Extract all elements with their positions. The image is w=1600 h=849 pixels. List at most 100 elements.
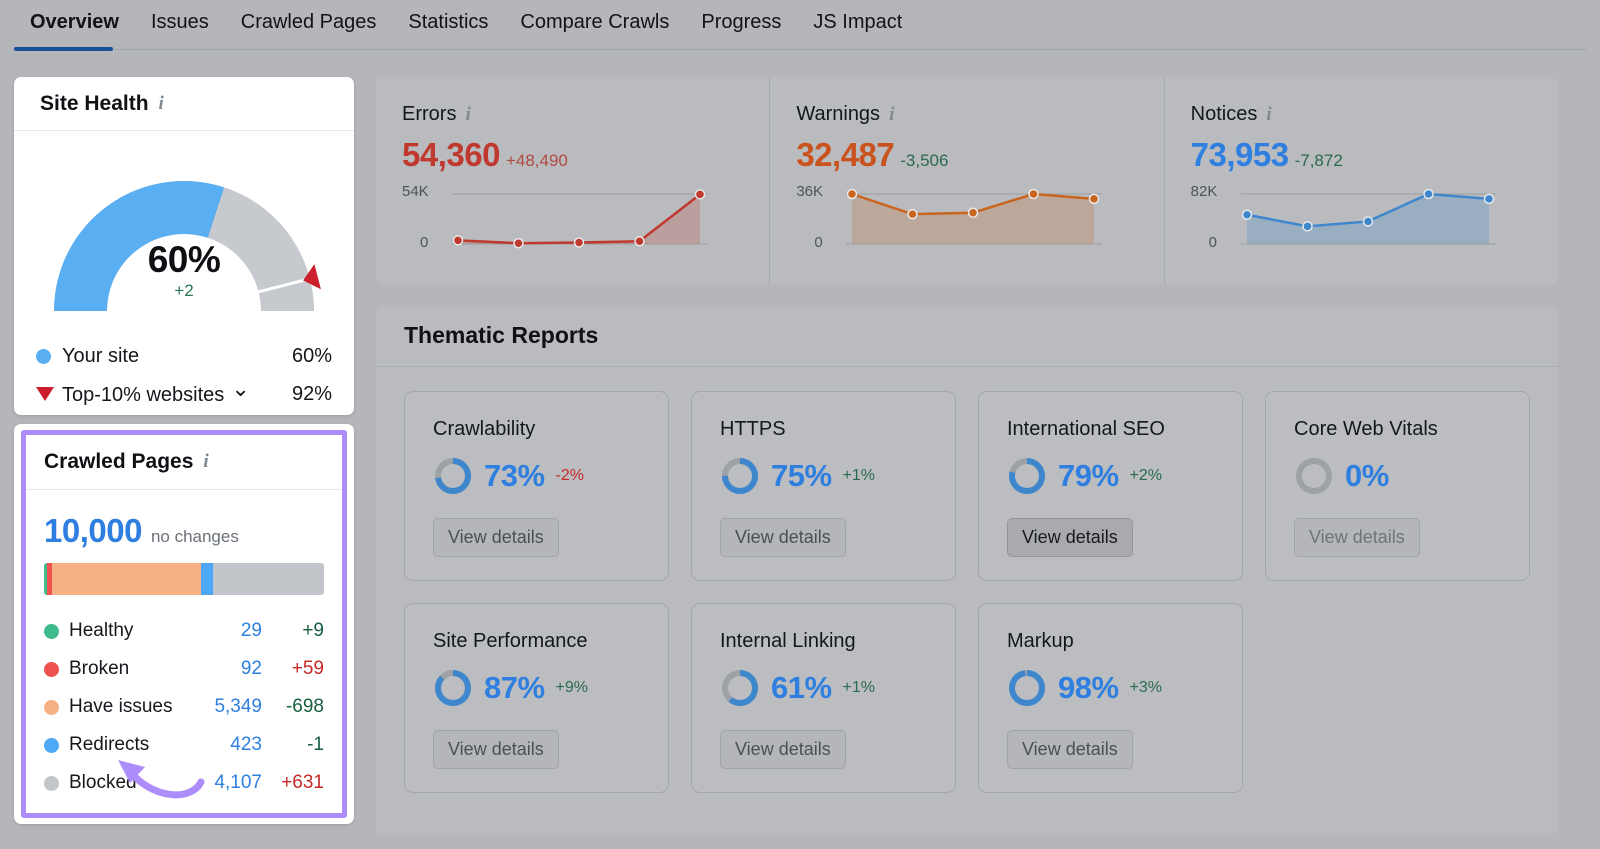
thematic-card-score: 0% (1294, 456, 1501, 496)
stat-value-row: 32,487 -3,506 (796, 136, 1137, 174)
bar-segment-redirects (201, 563, 213, 595)
crawled-row-label: Redirects (69, 734, 190, 756)
info-icon[interactable]: i (465, 104, 470, 126)
bar-segment-blocked (213, 563, 324, 595)
tab-issues[interactable]: Issues (135, 0, 225, 48)
tab-bar: OverviewIssuesCrawled PagesStatisticsCom… (0, 0, 1600, 53)
status-dot-icon (44, 662, 59, 677)
thematic-card-crawlability[interactable]: Crawlability 73% -2% View details (404, 391, 669, 581)
gauge-center-label: 60% +2 (34, 241, 334, 301)
thematic-card-site-performance[interactable]: Site Performance 87% +9% View details (404, 603, 669, 793)
page-title: Site Health (40, 92, 149, 116)
site-health-legend: Your site60%Top-10% websites⌄92% (36, 337, 332, 413)
donut-progress-icon (1007, 668, 1047, 708)
legend-dot-icon (36, 349, 51, 364)
crawled-row-broken[interactable]: Broken92+59 (44, 650, 324, 688)
stat-header: Errors i (402, 103, 743, 126)
view-details-button[interactable]: View details (1007, 730, 1133, 769)
thematic-card-score: 61% +1% (720, 668, 927, 708)
donut-progress-icon (1007, 456, 1047, 496)
view-details-button[interactable]: View details (720, 518, 846, 557)
crawled-row-have-issues[interactable]: Have issues5,349-698 (44, 688, 324, 726)
thematic-card-markup[interactable]: Markup 98% +3% View details (978, 603, 1243, 793)
stat-sparkline: 54K 0 (402, 186, 743, 258)
thematic-card-percent: 0% (1345, 458, 1389, 494)
thematic-card-title: HTTPS (720, 418, 927, 441)
crawled-row-value: 423 (190, 734, 262, 756)
crawled-pages-legend: Healthy29+9Broken92+59Have issues5,349-6… (44, 612, 324, 802)
tab-bar-divider (14, 49, 1586, 50)
legend-row-top-10-websites[interactable]: Top-10% websites⌄92% (36, 375, 332, 413)
tab-overview[interactable]: Overview (14, 0, 135, 48)
crawled-row-healthy[interactable]: Healthy29+9 (44, 612, 324, 650)
thematic-card-score: 73% -2% (433, 456, 640, 496)
stat-sparkline: 82K 0 (1191, 186, 1532, 258)
thematic-card-internal-linking[interactable]: Internal Linking 61% +1% View details (691, 603, 956, 793)
stat-label: Notices (1191, 103, 1258, 126)
crawled-pages-total-row: 10,000 no changes (44, 512, 324, 550)
chevron-down-icon[interactable]: ⌄ (231, 376, 249, 402)
sparkline-axis-top: 82K (1191, 183, 1218, 200)
donut-progress-icon (1294, 456, 1334, 496)
crawled-pages-stacked-bar (44, 563, 324, 595)
tab-compare-crawls[interactable]: Compare Crawls (504, 0, 685, 48)
legend-value: 60% (292, 345, 332, 368)
info-icon[interactable]: i (203, 451, 208, 473)
thematic-card-delta: +9% (556, 679, 588, 697)
thematic-card-delta: +1% (843, 467, 875, 485)
crawled-pages-title: Crawled Pages (44, 450, 193, 474)
stat-value-row: 73,953 -7,872 (1191, 136, 1532, 174)
thematic-card-core-web-vitals[interactable]: Core Web Vitals 0% View details (1265, 391, 1530, 581)
view-details-button[interactable]: View details (433, 518, 559, 557)
crawl-overview-page: OverviewIssuesCrawled PagesStatisticsCom… (0, 0, 1600, 849)
crawled-row-delta: +631 (262, 772, 324, 794)
crawled-pages-header: Crawled Pages i (26, 435, 342, 490)
thematic-reports-header: Thematic Reports (376, 305, 1558, 367)
crawled-row-delta: +9 (262, 620, 324, 642)
active-tab-underline (14, 47, 113, 51)
crawled-row-delta: -698 (262, 696, 324, 718)
thematic-card-delta: +1% (843, 679, 875, 697)
tab-statistics[interactable]: Statistics (392, 0, 504, 48)
info-icon[interactable]: i (159, 93, 164, 115)
crawled-row-label: Broken (69, 658, 190, 680)
sparkline-axis-bottom: 0 (420, 234, 428, 251)
thematic-card-https[interactable]: HTTPS 75% +1% View details (691, 391, 956, 581)
stat-header: Warnings i (796, 103, 1137, 126)
legend-row-your-site: Your site60% (36, 337, 332, 375)
view-details-button[interactable]: View details (1007, 518, 1133, 557)
stat-card-errors: Errors i 54,360 +48,490 54K 0 (376, 77, 769, 285)
info-icon[interactable]: i (889, 104, 894, 126)
issue-stats-panel: Errors i 54,360 +48,490 54K 0 Warnings i (376, 77, 1558, 285)
view-details-button[interactable]: View details (720, 730, 846, 769)
thematic-card-score: 75% +1% (720, 456, 927, 496)
thematic-reports-panel: Thematic Reports Crawlability 73% -2% Vi… (376, 305, 1558, 835)
view-details-button[interactable]: View details (1294, 518, 1420, 557)
status-dot-icon (44, 776, 59, 791)
tab-crawled-pages[interactable]: Crawled Pages (225, 0, 393, 48)
view-details-button[interactable]: View details (433, 730, 559, 769)
tab-progress[interactable]: Progress (685, 0, 797, 48)
crawled-row-blocked[interactable]: Blocked4,107+631 (44, 764, 324, 802)
sparkline-svg (402, 186, 712, 250)
thematic-card-delta: +2% (1130, 467, 1162, 485)
donut-progress-icon (433, 456, 473, 496)
crawled-pages-total: 10,000 (44, 512, 142, 550)
thematic-reports-grid: Crawlability 73% -2% View detailsHTTPS 7… (376, 367, 1558, 817)
thematic-card-percent: 79% (1058, 458, 1119, 494)
tab-js-impact[interactable]: JS Impact (797, 0, 918, 48)
crawled-row-label: Have issues (69, 696, 190, 718)
thematic-card-international-seo[interactable]: International SEO 79% +2% View details (978, 391, 1243, 581)
status-dot-icon (44, 738, 59, 753)
info-icon[interactable]: i (1266, 104, 1271, 126)
status-dot-icon (44, 700, 59, 715)
stat-delta: -3,506 (900, 151, 948, 171)
crawled-pages-change-note: no changes (151, 527, 239, 547)
thematic-card-title: Core Web Vitals (1294, 418, 1501, 441)
stat-delta: +48,490 (506, 151, 568, 171)
crawled-row-redirects[interactable]: Redirects423-1 (44, 726, 324, 764)
legend-value: 92% (292, 383, 332, 406)
thematic-card-title: Internal Linking (720, 630, 927, 653)
site-health-card: Site Health i 60% +2 Your site60%Top-10%… (14, 77, 354, 415)
sparkline-svg (796, 186, 1106, 250)
